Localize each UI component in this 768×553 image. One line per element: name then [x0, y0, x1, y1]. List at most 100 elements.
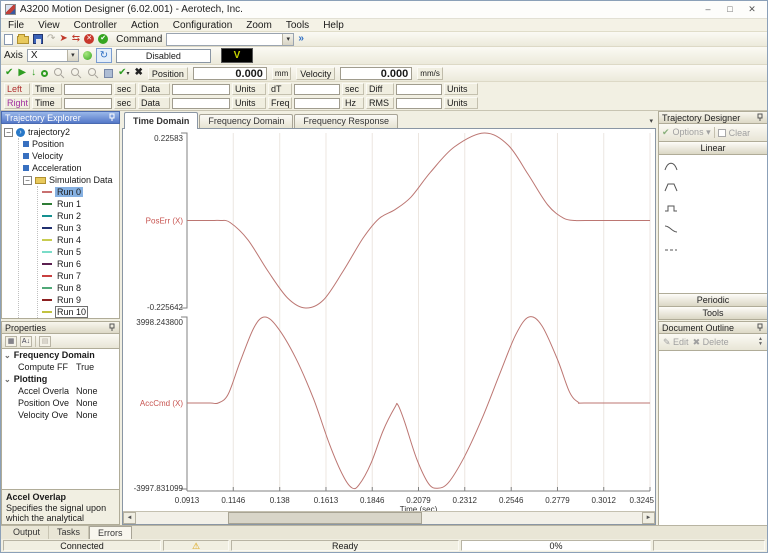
clear-checkbox[interactable] [718, 129, 726, 137]
tab-errors[interactable]: Errors [89, 526, 132, 539]
right-data-input[interactable] [172, 98, 230, 109]
tab-frequency-response[interactable]: Frequency Response [294, 114, 398, 128]
tab-frequency-domain[interactable]: Frequency Domain [199, 114, 293, 128]
step-curve-icon[interactable] [661, 200, 681, 215]
maximize-button[interactable]: □ [719, 3, 741, 17]
menu-item-view[interactable]: View [31, 19, 67, 32]
edit-button[interactable]: ✎ Edit [663, 337, 689, 348]
run-simulation-icon[interactable]: ▶ [18, 67, 26, 79]
section-periodic[interactable]: Periodic [658, 294, 768, 307]
scroll-track[interactable] [136, 512, 642, 524]
alphabetical-sort-icon[interactable]: A↓ [20, 336, 32, 347]
zoom-out-icon[interactable] [70, 67, 82, 79]
save-icon[interactable] [33, 34, 43, 44]
apply-trajectory-icon[interactable]: ✔ [662, 127, 670, 138]
dashed-line-icon[interactable] [661, 242, 681, 257]
property-row[interactable]: Accel OverlaNone [2, 385, 119, 397]
collapse-icon[interactable]: ⌄ [4, 351, 11, 360]
new-file-icon[interactable] [4, 34, 13, 45]
undo-icon[interactable]: ↷ [47, 33, 55, 45]
execute-command-icon[interactable]: » [298, 33, 304, 45]
zoom-in-icon[interactable] [53, 67, 65, 79]
property-row[interactable]: Velocity OveNone [2, 409, 119, 421]
command-dropdown-icon[interactable]: ▾ [282, 34, 293, 45]
tree-node-run-7[interactable]: Run 7 [42, 270, 119, 282]
property-value[interactable]: None [76, 386, 119, 396]
axis-select[interactable]: X ▾ [27, 49, 79, 62]
rms-input[interactable] [396, 98, 442, 109]
collapse-icon[interactable]: ⌄ [4, 375, 11, 384]
tree-node-run-4[interactable]: Run 4 [42, 234, 119, 246]
tree-node-velocity[interactable]: Velocity [23, 150, 119, 162]
menu-item-action[interactable]: Action [124, 19, 166, 32]
marker-check-icon[interactable]: ✔▾ [118, 67, 129, 80]
tree-expander-icon[interactable]: − [4, 128, 13, 137]
property-row[interactable]: Compute FFTrue [2, 361, 119, 373]
command-input[interactable]: ▾ [166, 33, 294, 46]
menu-item-file[interactable]: File [1, 19, 31, 32]
menu-item-tools[interactable]: Tools [279, 19, 316, 32]
copy-plot-icon[interactable] [104, 69, 113, 78]
stop-icon[interactable]: ✕ [84, 34, 94, 44]
tree-node-run-2[interactable]: Run 2 [42, 210, 119, 222]
download-program-icon[interactable]: ➤ [59, 33, 67, 45]
tree-node-position[interactable]: Position [23, 138, 119, 150]
chart-hscrollbar[interactable]: ◄ ► [123, 511, 655, 524]
record-icon[interactable] [41, 70, 48, 77]
pin-icon[interactable] [109, 113, 116, 122]
section-tools[interactable]: Tools [658, 307, 768, 320]
left-time-input[interactable] [64, 84, 112, 95]
tree-node-run-6[interactable]: Run 6 [42, 258, 119, 270]
tree-node-acceleration[interactable]: Acceleration [23, 162, 119, 174]
tree-node-simulation-data[interactable]: −Simulation Data [23, 174, 119, 186]
property-value[interactable]: True [76, 362, 119, 372]
scroll-right-icon[interactable]: ► [642, 512, 655, 524]
download-icon[interactable]: ↓ [31, 67, 36, 79]
property-category[interactable]: ⌄Frequency Domain [2, 349, 119, 361]
chart-surface[interactable]: 0.09130.11460.1380.16130.18460.20790.231… [122, 128, 656, 525]
trajectory-explorer-header[interactable]: Trajectory Explorer [1, 111, 120, 124]
scroll-left-icon[interactable]: ◄ [123, 512, 136, 524]
menu-item-configuration[interactable]: Configuration [166, 19, 239, 32]
clear-button[interactable]: Clear [729, 128, 751, 138]
menu-item-zoom[interactable]: Zoom [239, 19, 279, 32]
close-button[interactable]: ✕ [741, 3, 763, 17]
tree-expander-icon[interactable]: − [23, 176, 32, 185]
dt-input[interactable] [294, 84, 340, 95]
categorized-view-icon[interactable]: ▦ [5, 336, 17, 347]
apply-check-icon[interactable]: ✔ [5, 67, 13, 79]
minimize-button[interactable]: – [697, 3, 719, 17]
section-linear[interactable]: Linear [658, 142, 768, 155]
property-value[interactable]: None [76, 398, 119, 408]
property-row[interactable]: Position OveNone [2, 397, 119, 409]
pin-icon[interactable] [757, 323, 764, 332]
refresh-button[interactable]: ↻ [96, 48, 112, 63]
tree-node-run-3[interactable]: Run 3 [42, 222, 119, 234]
trapezoid-curve-icon[interactable] [661, 179, 681, 194]
outline-spinner[interactable]: ▲▼ [758, 337, 763, 347]
tree-node-run-1[interactable]: Run 1 [42, 198, 119, 210]
tab-overflow-icon[interactable]: ▾ [649, 117, 653, 125]
property-value[interactable]: None [76, 410, 119, 420]
delete-button[interactable]: ✖ Delete [693, 337, 729, 348]
right-time-input[interactable] [64, 98, 112, 109]
tab-output[interactable]: Output [5, 526, 49, 539]
properties-header[interactable]: Properties [1, 321, 120, 334]
trajectory-designer-header[interactable]: Trajectory Designer [658, 111, 768, 124]
tree-node-run-5[interactable]: Run 5 [42, 246, 119, 258]
bell-curve-icon[interactable] [661, 158, 681, 173]
tree-node-run-0[interactable]: Run 0 [42, 186, 119, 198]
property-pages-icon[interactable]: ▤ [39, 336, 51, 347]
axis-dropdown-icon[interactable]: ▾ [67, 50, 78, 61]
document-outline-header[interactable]: Document Outline [658, 321, 768, 334]
left-data-input[interactable] [172, 84, 230, 95]
tab-time-domain[interactable]: Time Domain [124, 112, 198, 129]
tree-node-run-10[interactable]: Run 10 [42, 306, 119, 318]
tree-node-run-9[interactable]: Run 9 [42, 294, 119, 306]
menu-item-controller[interactable]: Controller [67, 19, 124, 32]
pin-icon[interactable] [109, 323, 116, 332]
open-file-icon[interactable] [17, 36, 29, 44]
time-domain-chart[interactable]: 0.09130.11460.1380.16130.18460.20790.231… [123, 129, 655, 513]
tree-node-root[interactable]: −›trajectory2 [4, 126, 119, 138]
options-button[interactable]: Options ▾ [673, 127, 711, 138]
